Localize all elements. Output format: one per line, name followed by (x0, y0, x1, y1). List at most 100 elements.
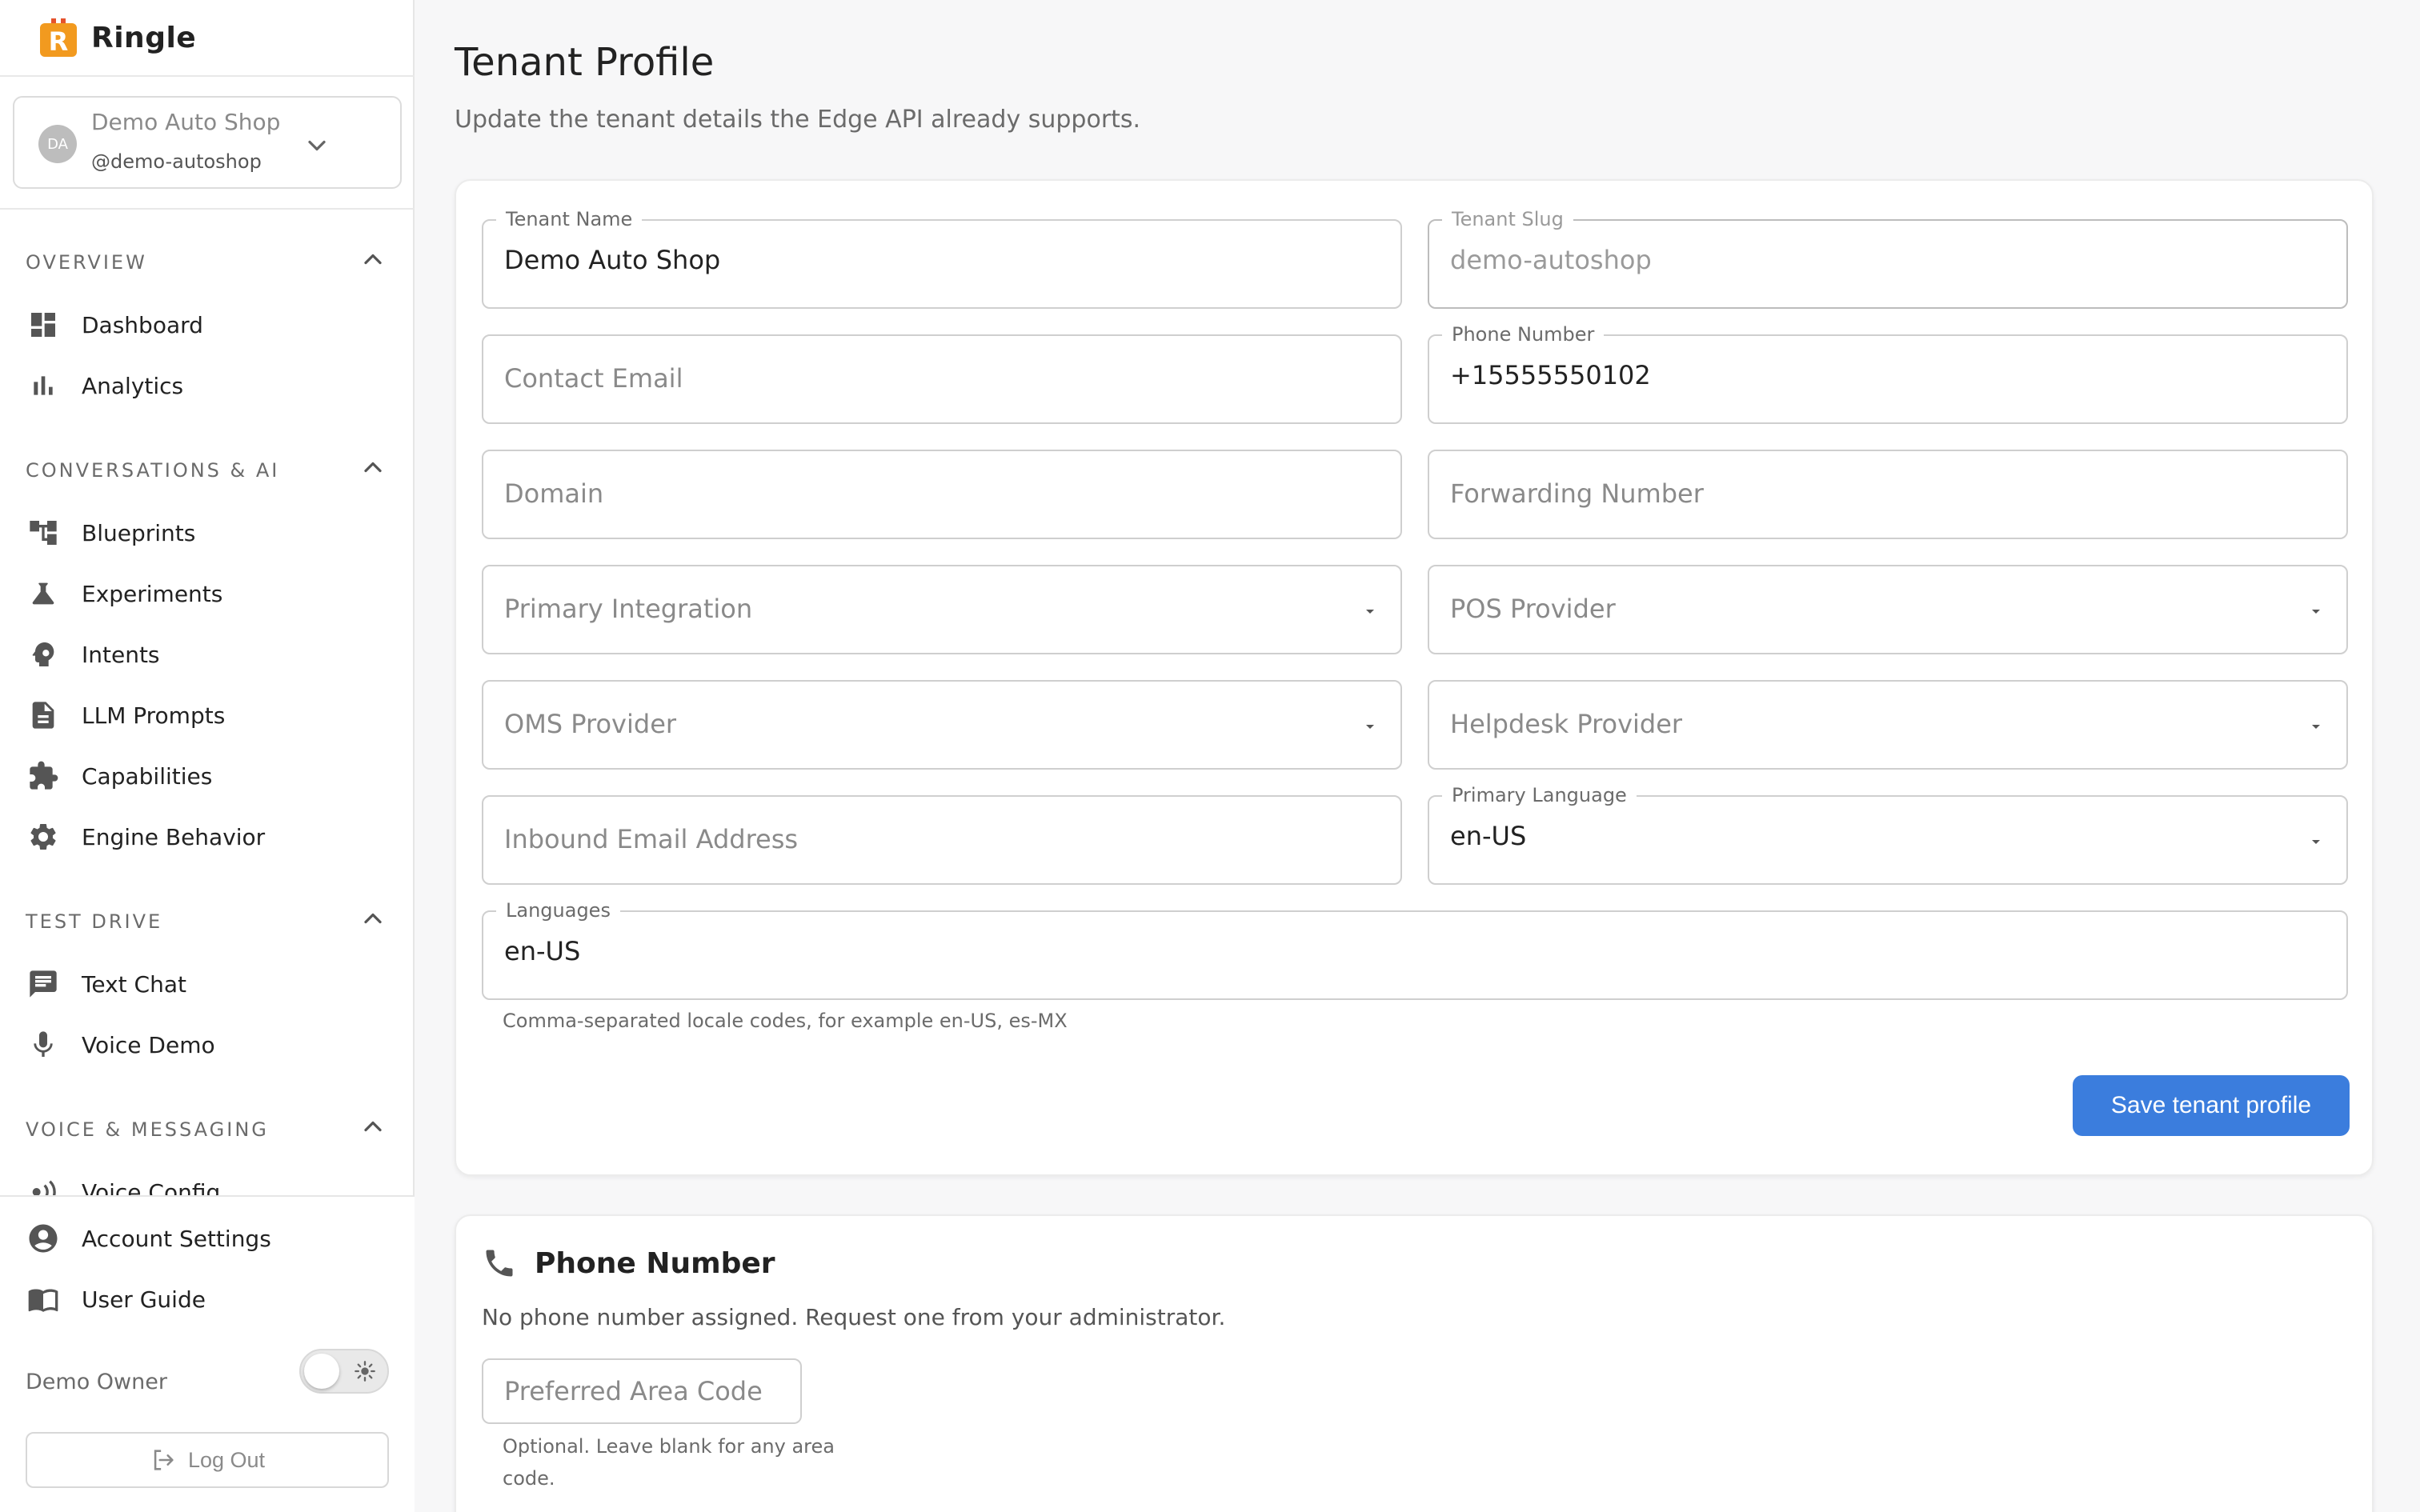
field-value: demo-autoshop (1450, 245, 1652, 275)
field-label: Primary Language (1442, 784, 1637, 806)
pos-provider-select[interactable]: POS Provider (1428, 565, 2348, 654)
tenant-profile-card: Tenant Name Demo Auto Shop Tenant Slug d… (455, 179, 2374, 1176)
sidebar-item-user-guide[interactable]: User Guide (26, 1275, 394, 1323)
sidebar-item-label: Experiments (82, 580, 223, 607)
sidebar-item-blueprints[interactable]: Blueprints (26, 509, 394, 557)
field-placeholder: Contact Email (504, 363, 683, 394)
contact-email-field[interactable]: Contact Email (482, 334, 1402, 424)
toggle-knob (304, 1354, 339, 1389)
sidebar-item-label: Voice Config (82, 1178, 221, 1196)
field-label: Tenant Slug (1442, 208, 1573, 230)
sidebar-item-llm-prompts[interactable]: LLM Prompts (26, 691, 394, 739)
field-value: +15555550102 (1450, 360, 1651, 390)
brand-name: Ringle (91, 21, 197, 54)
tenant-switcher-slug: @demo-autoshop (91, 150, 262, 173)
caret-down-icon (2312, 610, 2320, 614)
sidebar-item-intents[interactable]: Intents (26, 630, 394, 678)
section-conversations: CONVERSATIONS & AI (26, 459, 280, 482)
tenant-switcher[interactable]: DA Demo Auto Shop @demo-autoshop (13, 96, 402, 189)
inbound-email-field[interactable]: Inbound Email Address (482, 795, 1402, 885)
sidebar-item-experiments[interactable]: Experiments (26, 570, 394, 618)
tenant-avatar: DA (38, 125, 77, 163)
sidebar-item-label: Blueprints (82, 519, 196, 546)
field-value: en-US (504, 936, 581, 966)
sidebar-item-label: Intents (82, 641, 160, 668)
page-subtitle: Update the tenant details the Edge API a… (455, 106, 1141, 134)
field-label: Tenant Name (496, 208, 643, 230)
domain-field[interactable]: Domain (482, 450, 1402, 539)
page-title: Tenant Profile (455, 40, 715, 85)
field-placeholder: POS Provider (1450, 594, 1616, 624)
tenant-slug-field: Tenant Slug demo-autoshop (1428, 208, 2348, 309)
chevron-up-icon[interactable] (359, 453, 387, 482)
brand[interactable]: R Ringle (38, 16, 196, 59)
helpdesk-provider-select[interactable]: Helpdesk Provider (1428, 680, 2348, 770)
phone-number-field[interactable]: Phone Number +15555550102 (1428, 323, 2348, 424)
sidebar-footer: Account Settings User Guide Demo Owner L… (0, 1195, 415, 1512)
chevron-up-icon[interactable] (359, 245, 387, 274)
tenant-switcher-name: Demo Auto Shop (91, 109, 281, 135)
section-test-drive: TEST DRIVE (26, 910, 163, 933)
primary-integration-select[interactable]: Primary Integration (482, 565, 1402, 654)
bar-chart-icon (26, 368, 61, 403)
phone-card-header: Phone Number (482, 1243, 775, 1283)
sidebar-item-label: Text Chat (82, 970, 186, 998)
voice-wave-icon (26, 1174, 61, 1195)
sidebar-item-label: LLM Prompts (82, 702, 226, 729)
forwarding-number-field[interactable]: Forwarding Number (1428, 450, 2348, 539)
field-label: Languages (496, 899, 620, 922)
divider (0, 75, 415, 77)
sidebar-item-label: Voice Demo (82, 1031, 215, 1058)
ringle-logo-icon: R (38, 18, 78, 57)
sidebar-nav[interactable]: OVERVIEW Dashboard Analytics CONVERSATIO… (0, 210, 415, 1195)
chevron-down-icon (308, 140, 326, 151)
chevron-up-icon[interactable] (359, 904, 387, 933)
sidebar-item-label: Engine Behavior (82, 823, 266, 850)
sidebar: R Ringle DA Demo Auto Shop @demo-autosho… (0, 0, 415, 1512)
theme-toggle[interactable] (299, 1349, 389, 1394)
sidebar-item-label: Dashboard (82, 311, 203, 338)
sidebar-item-voice-config[interactable]: Voice Config (26, 1168, 394, 1195)
book-icon (26, 1282, 61, 1317)
caret-down-icon (1366, 610, 1374, 614)
oms-provider-select[interactable]: OMS Provider (482, 680, 1402, 770)
logout-button[interactable]: Log Out (26, 1432, 389, 1488)
caret-down-icon (2312, 725, 2320, 729)
sidebar-item-dashboard[interactable]: Dashboard (26, 301, 394, 349)
sidebar-item-analytics[interactable]: Analytics (26, 362, 394, 410)
main-content: Tenant Profile Update the tenant details… (415, 0, 2420, 1512)
sidebar-item-label: User Guide (82, 1286, 206, 1313)
field-placeholder: Preferred Area Code (504, 1376, 763, 1406)
field-label: Phone Number (1442, 323, 1605, 346)
field-placeholder: Primary Integration (504, 594, 753, 624)
caret-down-icon (1366, 725, 1374, 729)
sun-icon (355, 1361, 375, 1382)
sidebar-item-text-chat[interactable]: Text Chat (26, 960, 394, 1008)
chevron-up-icon[interactable] (359, 1112, 387, 1141)
section-overview: OVERVIEW (26, 251, 147, 274)
primary-language-select[interactable]: Primary Language en-US (1428, 784, 2348, 885)
phone-card-title: Phone Number (535, 1246, 775, 1280)
blueprint-icon (26, 515, 61, 550)
field-placeholder: OMS Provider (504, 709, 677, 739)
sidebar-item-capabilities[interactable]: Capabilities (26, 752, 394, 800)
preferred-area-code-input[interactable]: Preferred Area Code (482, 1358, 802, 1424)
section-voice-messaging: VOICE & MESSAGING (26, 1118, 269, 1141)
logout-label: Log Out (187, 1447, 266, 1472)
sidebar-item-engine-behavior[interactable]: Engine Behavior (26, 813, 394, 861)
field-value: en-US (1450, 821, 1527, 851)
languages-helper-text: Comma-separated locale codes, for exampl… (503, 1010, 1068, 1032)
tenant-name-field[interactable]: Tenant Name Demo Auto Shop (482, 208, 1402, 309)
languages-field[interactable]: Languages en-US (482, 899, 2348, 1000)
field-placeholder: Forwarding Number (1450, 478, 1704, 509)
document-icon (26, 698, 61, 733)
save-tenant-profile-button[interactable]: Save tenant profile (2073, 1075, 2350, 1136)
phone-icon (486, 1250, 513, 1277)
logo-letter: R (49, 26, 69, 57)
sidebar-item-label: Analytics (82, 372, 184, 399)
brain-gear-icon (26, 637, 61, 672)
field-placeholder: Helpdesk Provider (1450, 709, 1683, 739)
sidebar-item-voice-demo[interactable]: Voice Demo (26, 1021, 394, 1069)
phone-card-description: No phone number assigned. Request one fr… (482, 1304, 1226, 1330)
sidebar-item-account-settings[interactable]: Account Settings (26, 1214, 394, 1262)
